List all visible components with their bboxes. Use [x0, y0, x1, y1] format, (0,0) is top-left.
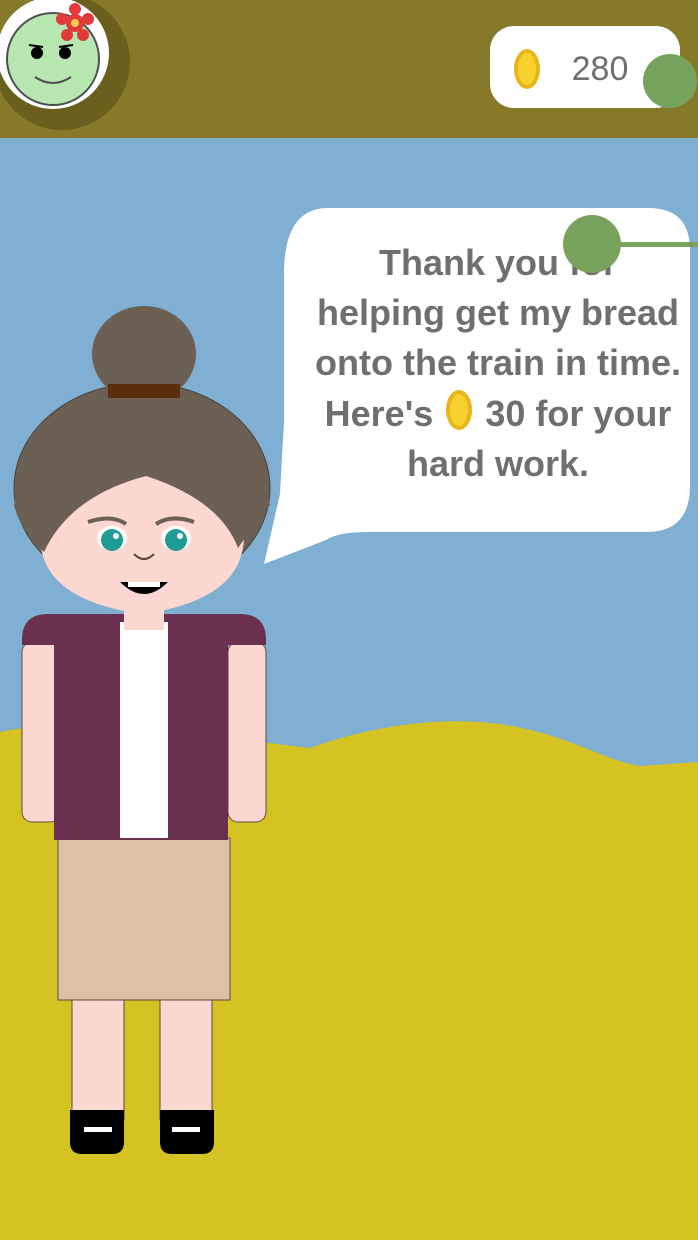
dialog-line-reward: Here's 30 for your: [306, 388, 690, 439]
dialog-text-fragment: 30 for your: [485, 393, 672, 434]
dialog-line: onto the train in time.: [315, 342, 681, 383]
baker-character[interactable]: [0, 300, 290, 1170]
game-screen: 280 Thank you for helping get my bread o…: [0, 0, 698, 1240]
dialog-text-fragment: Here's: [324, 393, 434, 434]
shoes: [70, 1110, 214, 1154]
dialog-line: helping get my bread: [316, 292, 680, 333]
touch-indicator: [563, 215, 698, 273]
gold-coin-icon: [514, 49, 540, 89]
dialog-line: hard work.: [406, 443, 590, 484]
gold-coin-icon: [446, 390, 473, 430]
player-face-icon[interactable]: [0, 0, 109, 109]
touch-indicator: [643, 54, 697, 108]
